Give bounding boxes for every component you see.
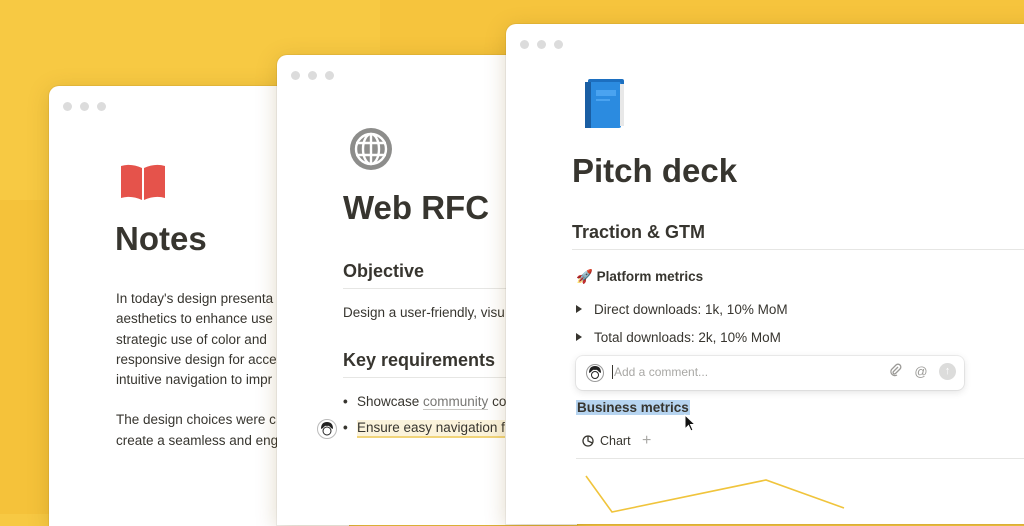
text-line: strategic use of color and bbox=[116, 331, 267, 347]
blue-book-icon bbox=[582, 76, 628, 135]
page-title: Web RFC bbox=[343, 189, 490, 226]
window-controls bbox=[520, 40, 563, 49]
maximize-dot[interactable] bbox=[325, 71, 334, 80]
maximize-dot[interactable] bbox=[97, 102, 106, 111]
add-view-button[interactable]: + bbox=[642, 432, 651, 450]
close-dot[interactable] bbox=[63, 102, 72, 111]
page-title: Pitch deck bbox=[572, 152, 738, 189]
metrics-heading-label: Platform metrics bbox=[596, 269, 704, 284]
chart-icon bbox=[582, 435, 594, 447]
globe-icon bbox=[349, 127, 393, 176]
comment-toolbar: @ ↑ bbox=[887, 363, 956, 380]
chart-line bbox=[585, 475, 845, 513]
tab-label: Chart bbox=[600, 434, 631, 448]
section-heading: Traction & GTM bbox=[572, 222, 706, 242]
avatar bbox=[586, 364, 604, 382]
window-controls bbox=[63, 102, 106, 111]
chart-preview bbox=[576, 464, 1024, 524]
text-line: aesthetics to enhance use bbox=[116, 311, 273, 327]
toggle-text: Direct downloads: 1k, 10% MoM bbox=[594, 302, 788, 317]
minimize-dot[interactable] bbox=[80, 102, 89, 111]
objective-heading: Objective bbox=[343, 261, 425, 281]
collaborator-avatar bbox=[317, 419, 337, 439]
text-line: intuitive navigation to impr bbox=[116, 372, 273, 388]
heading-divider bbox=[572, 249, 1024, 250]
page-title: Notes bbox=[115, 220, 207, 257]
toggle-block[interactable]: Total downloads: 2k, 10% MoM bbox=[576, 330, 781, 345]
text-line: responsive design for acce bbox=[116, 351, 277, 367]
mention-icon[interactable]: @ bbox=[913, 364, 929, 379]
pitch-window[interactable]: Pitch deck Traction & GTM 🚀 Platform met… bbox=[506, 24, 1024, 524]
highlighted-text: Ensure easy navigation f bbox=[357, 420, 505, 438]
toggle-block[interactable]: Direct downloads: 1k, 10% MoM bbox=[576, 302, 788, 317]
objective-text: Design a user-friendly, visu bbox=[343, 305, 505, 320]
comment-composer[interactable]: Add a comment... @ ↑ bbox=[576, 356, 964, 390]
minimize-dot[interactable] bbox=[308, 71, 317, 80]
send-button[interactable]: ↑ bbox=[939, 363, 956, 380]
toggle-text: Total downloads: 2k, 10% MoM bbox=[594, 330, 781, 345]
window-controls bbox=[291, 71, 334, 80]
minimize-dot[interactable] bbox=[537, 40, 546, 49]
text-line: The design choices were c bbox=[116, 412, 276, 428]
rocket-icon: 🚀 bbox=[576, 269, 593, 284]
text-line: In today's design presenta bbox=[116, 291, 274, 306]
open-book-icon bbox=[119, 162, 167, 207]
attachment-icon[interactable] bbox=[887, 363, 903, 380]
text-line: create a seamless and eng bbox=[116, 432, 279, 448]
close-dot[interactable] bbox=[520, 40, 529, 49]
community-link[interactable]: community bbox=[423, 394, 489, 410]
list-item: Ensure easy navigation f bbox=[343, 420, 505, 438]
list-item: Showcase community co bbox=[343, 394, 507, 410]
tab-divider bbox=[576, 458, 1024, 459]
tab-chart[interactable]: Chart bbox=[582, 434, 631, 448]
toggle-triangle-icon[interactable] bbox=[576, 333, 582, 341]
comment-input[interactable]: Add a comment... bbox=[612, 365, 708, 379]
bullet-text: Showcase bbox=[357, 394, 424, 409]
mouse-cursor-icon bbox=[684, 413, 697, 437]
maximize-dot[interactable] bbox=[554, 40, 563, 49]
selected-text[interactable]: Business metrics bbox=[576, 400, 690, 415]
metrics-heading: 🚀 Platform metrics bbox=[576, 269, 703, 285]
close-dot[interactable] bbox=[291, 71, 300, 80]
requirements-heading: Key requirements bbox=[343, 350, 496, 370]
bullet-text: co bbox=[488, 394, 507, 409]
toggle-triangle-icon[interactable] bbox=[576, 305, 582, 313]
